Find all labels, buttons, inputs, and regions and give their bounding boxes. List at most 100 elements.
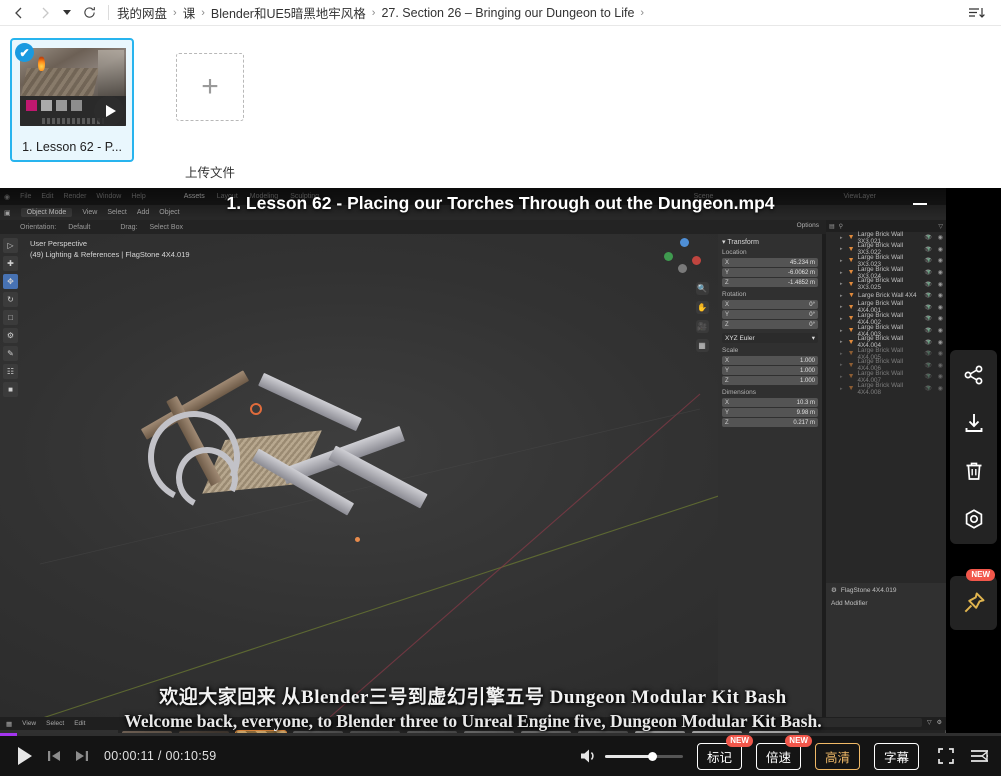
tool-scale[interactable]: □ bbox=[3, 310, 18, 325]
subtitle-button[interactable]: 字幕 bbox=[874, 743, 919, 770]
quality-button[interactable]: 高清 bbox=[815, 743, 860, 770]
sort-button[interactable] bbox=[965, 1, 989, 25]
history-dropdown-button[interactable] bbox=[58, 1, 76, 25]
render-camera-icon[interactable]: ◉ bbox=[938, 327, 943, 334]
location-y-field[interactable]: Y -6.0062 m bbox=[722, 268, 818, 277]
blender-workspace-assets[interactable]: Assets bbox=[184, 193, 205, 200]
target-button[interactable] bbox=[959, 504, 989, 534]
expand-triangle-icon[interactable]: ▸ bbox=[840, 351, 845, 357]
upload-file-button[interactable]: + bbox=[176, 53, 244, 121]
expand-triangle-icon[interactable]: ▸ bbox=[840, 281, 845, 287]
visibility-eye-icon[interactable]: 👁 bbox=[924, 234, 932, 241]
render-camera-icon[interactable]: ◉ bbox=[938, 281, 943, 288]
expand-triangle-icon[interactable]: ▸ bbox=[840, 328, 845, 334]
video-stage[interactable]: ◉ File Edit Render Window Help Assets La… bbox=[0, 188, 946, 776]
expand-triangle-icon[interactable]: ▸ bbox=[840, 374, 845, 380]
visibility-eye-icon[interactable]: 👁 bbox=[924, 350, 932, 357]
breadcrumb-item-2[interactable]: Blender和UE5暗黑地牢风格 bbox=[211, 3, 366, 22]
viewport-options-button[interactable]: Options bbox=[797, 222, 819, 229]
render-camera-icon[interactable]: ◉ bbox=[938, 234, 943, 241]
blender-menu-edit[interactable]: Edit bbox=[41, 193, 53, 200]
tool-rotate[interactable]: ↻ bbox=[3, 292, 18, 307]
share-button[interactable] bbox=[959, 360, 989, 390]
fullscreen-button[interactable] bbox=[933, 743, 959, 769]
display-mode-icon[interactable]: ▦ bbox=[782, 719, 788, 726]
render-camera-icon[interactable]: ◉ bbox=[938, 246, 943, 253]
camera-icon[interactable]: 🎥 bbox=[696, 320, 709, 333]
tool-transform[interactable]: ⚙ bbox=[3, 328, 18, 343]
scale-z-field[interactable]: Z 1.000 bbox=[722, 376, 818, 385]
zoom-icon[interactable]: 🔍 bbox=[696, 282, 709, 295]
search-icon[interactable]: ⚲ bbox=[793, 719, 797, 726]
render-camera-icon[interactable]: ◉ bbox=[938, 350, 943, 357]
expand-triangle-icon[interactable]: ▸ bbox=[840, 339, 845, 345]
blender-workspace-layout[interactable]: Layout bbox=[217, 193, 238, 200]
expand-triangle-icon[interactable]: ▸ bbox=[840, 293, 845, 299]
expand-triangle-icon[interactable]: ▸ bbox=[840, 258, 845, 264]
volume-control[interactable] bbox=[579, 747, 683, 765]
tool-move[interactable]: ✥ bbox=[3, 274, 18, 289]
tool-cursor[interactable]: ✚ bbox=[3, 256, 18, 271]
expand-triangle-icon[interactable]: ▸ bbox=[840, 270, 845, 276]
blender-workspace-sculpting[interactable]: Sculpting bbox=[290, 193, 319, 200]
scale-x-field[interactable]: X 1.000 bbox=[722, 356, 818, 365]
visibility-eye-icon[interactable]: 👁 bbox=[924, 373, 932, 380]
visibility-eye-icon[interactable]: 👁 bbox=[924, 304, 932, 311]
visibility-eye-icon[interactable]: 👁 bbox=[924, 327, 932, 334]
playlist-button[interactable] bbox=[967, 743, 993, 769]
orientation-value[interactable]: Default bbox=[68, 224, 90, 231]
outliner-editor-icon[interactable]: ▤ bbox=[829, 223, 835, 230]
render-camera-icon[interactable]: ◉ bbox=[938, 385, 943, 392]
rotation-y-field[interactable]: Y 0° bbox=[722, 310, 818, 319]
location-x-field[interactable]: X 45.234 m bbox=[722, 258, 818, 267]
render-camera-icon[interactable]: ◉ bbox=[938, 292, 943, 299]
volume-knob[interactable] bbox=[648, 752, 657, 761]
perspective-icon[interactable]: ▦ bbox=[696, 339, 709, 352]
location-z-field[interactable]: Z -1.4852 m bbox=[722, 278, 818, 287]
visibility-eye-icon[interactable]: 👁 bbox=[924, 385, 932, 392]
search-icon[interactable]: ⚲ bbox=[839, 223, 843, 230]
gear-icon[interactable]: ⚙ bbox=[937, 719, 942, 726]
play-button[interactable] bbox=[8, 736, 42, 776]
blender-menu-select[interactable]: Select bbox=[107, 209, 126, 216]
rotation-z-field[interactable]: Z 0° bbox=[722, 320, 818, 329]
visibility-eye-icon[interactable]: 👁 bbox=[924, 281, 932, 288]
hand-pan-icon[interactable]: ✋ bbox=[696, 301, 709, 314]
blender-outliner[interactable]: ▤ ⚲ ▽ ▸▼Large Brick Wall 3X3.021▼👁◉▸▼Lar… bbox=[826, 220, 946, 583]
asset-search-input[interactable] bbox=[802, 718, 922, 727]
add-modifier-button[interactable]: Add Modifier bbox=[826, 597, 946, 610]
refresh-button[interactable] bbox=[76, 1, 102, 25]
blender-menu-help[interactable]: Help bbox=[131, 193, 145, 200]
minimize-button[interactable] bbox=[912, 195, 928, 211]
blender-3d-viewport[interactable]: ▷ ✚ ✥ ↻ □ ⚙ ✎ ☷ ■ User Perspective (49) … bbox=[0, 234, 822, 717]
outliner-row[interactable]: ▸▼Large Brick Wall 3X3.025▼👁◉ bbox=[826, 278, 946, 290]
blender-menu-render[interactable]: Render bbox=[63, 193, 86, 200]
scale-y-field[interactable]: Y 1.000 bbox=[722, 366, 818, 375]
visibility-eye-icon[interactable]: 👁 bbox=[924, 269, 932, 276]
blender-menu-object[interactable]: Object bbox=[159, 209, 179, 216]
asset-menu-view[interactable]: View bbox=[22, 720, 36, 727]
visibility-eye-icon[interactable]: 👁 bbox=[924, 257, 932, 264]
breadcrumb-item-1[interactable]: 课 bbox=[183, 3, 196, 22]
blender-workspace-modeling[interactable]: Modeling bbox=[250, 193, 278, 200]
forward-button[interactable] bbox=[32, 1, 58, 25]
editor-type-icon[interactable]: ▣ bbox=[4, 209, 11, 217]
download-button[interactable] bbox=[959, 408, 989, 438]
asset-menu-select[interactable]: Select bbox=[46, 720, 64, 727]
expand-triangle-icon[interactable]: ▸ bbox=[840, 304, 845, 310]
expand-triangle-icon[interactable]: ▸ bbox=[840, 386, 845, 392]
breadcrumb-item-0[interactable]: 我的网盘 bbox=[117, 3, 167, 22]
previous-button[interactable] bbox=[42, 736, 68, 776]
expand-triangle-icon[interactable]: ▸ bbox=[840, 316, 845, 322]
outliner-row[interactable]: ▸▼Large Brick Wall 4X4.008▼👁◉ bbox=[826, 383, 946, 395]
breadcrumb-item-3[interactable]: 27. Section 26 – Bringing our Dungeon to… bbox=[381, 6, 634, 20]
expand-triangle-icon[interactable]: ▸ bbox=[840, 246, 845, 252]
render-camera-icon[interactable]: ◉ bbox=[938, 339, 943, 346]
mark-button[interactable]: 标记 NEW bbox=[697, 743, 742, 770]
delete-button[interactable] bbox=[959, 456, 989, 486]
properties-object-row[interactable]: ⚙ FlagStone 4X4.019 bbox=[826, 583, 946, 597]
expand-triangle-icon[interactable]: ▸ bbox=[840, 362, 845, 368]
viewport-nav-gizmo[interactable] bbox=[664, 238, 704, 278]
render-camera-icon[interactable]: ◉ bbox=[938, 257, 943, 264]
dimensions-z-field[interactable]: Z 0.217 m bbox=[722, 418, 818, 427]
